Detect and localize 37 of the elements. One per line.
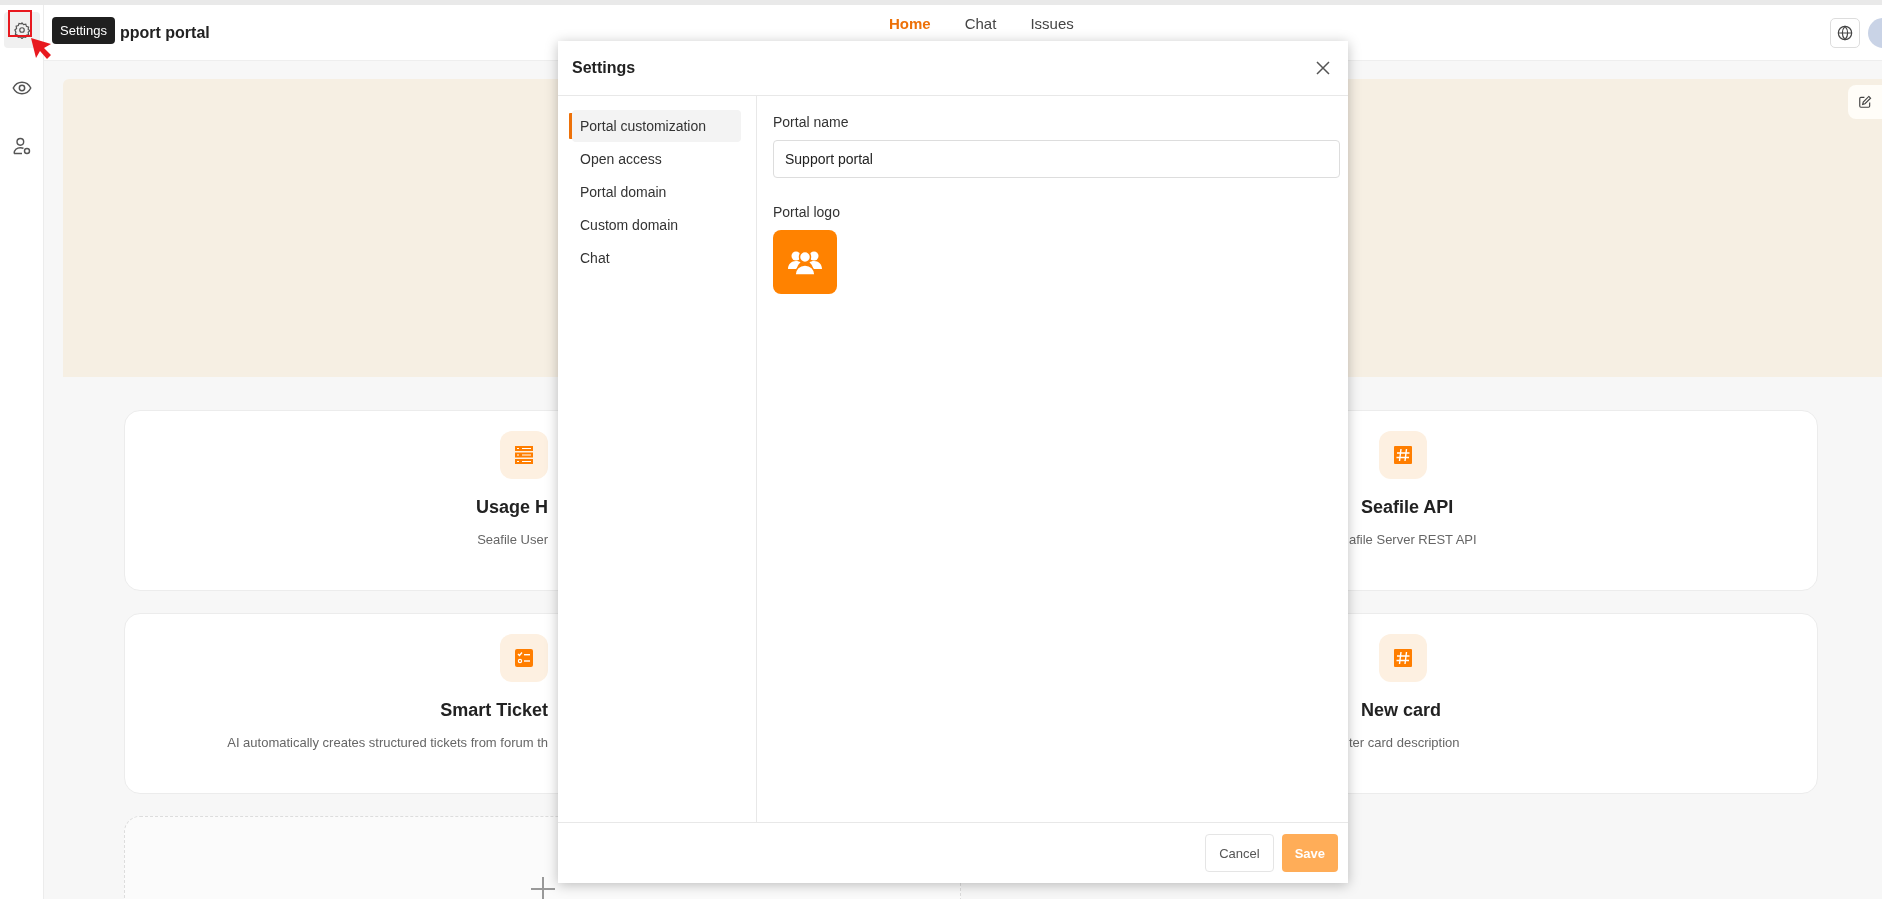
card-description: AI automatically creates structured tickets from forum th (227, 735, 548, 750)
nav-tab[interactable]: Issues (1030, 15, 1074, 32)
card-description: afile Server REST API (1349, 532, 1477, 547)
settings-nav-item[interactable]: Custom domain (572, 209, 741, 241)
language-button[interactable] (1830, 17, 1860, 48)
card-description: ter card description (1349, 735, 1460, 750)
settings-nav-item[interactable]: Portal domain (572, 176, 741, 208)
eye-icon (11, 80, 32, 96)
field-label: Portal logo (773, 204, 840, 220)
nav-tab[interactable]: Chat (964, 15, 997, 32)
globe-icon (1837, 24, 1853, 41)
card-description: Seafile User (477, 532, 548, 547)
hash-icon (1379, 634, 1427, 682)
highlight-annotation (8, 10, 32, 37)
settings-nav-item[interactable]: Chat (572, 242, 741, 274)
card-title: Usage H (475, 497, 548, 518)
checklist-icon (500, 634, 548, 682)
field-label: Portal name (773, 114, 849, 130)
card-title: Smart Ticket (440, 700, 548, 721)
tooltip: Settings (52, 17, 115, 44)
card-title: New card (1361, 700, 1442, 721)
edit-button[interactable] (1848, 85, 1882, 119)
settings-nav-item[interactable]: Portal customization (572, 110, 741, 142)
cursor-icon (30, 37, 52, 61)
settings-icon (12, 21, 31, 39)
portal-title: pport portal (120, 23, 210, 42)
edit-icon (1858, 95, 1872, 109)
plus-icon (530, 877, 555, 899)
portal-name-field[interactable]: Support portal (773, 140, 1340, 178)
cancel-button[interactable]: Cancel (1205, 834, 1274, 872)
dialog-title: Settings (572, 59, 636, 77)
close-icon (1316, 61, 1330, 75)
card-title: Seafile API (1361, 497, 1454, 518)
hash-icon (1379, 431, 1427, 479)
server-icon (500, 431, 548, 479)
settings-nav-item[interactable]: Open access (572, 143, 741, 175)
user-settings-icon (11, 136, 32, 156)
